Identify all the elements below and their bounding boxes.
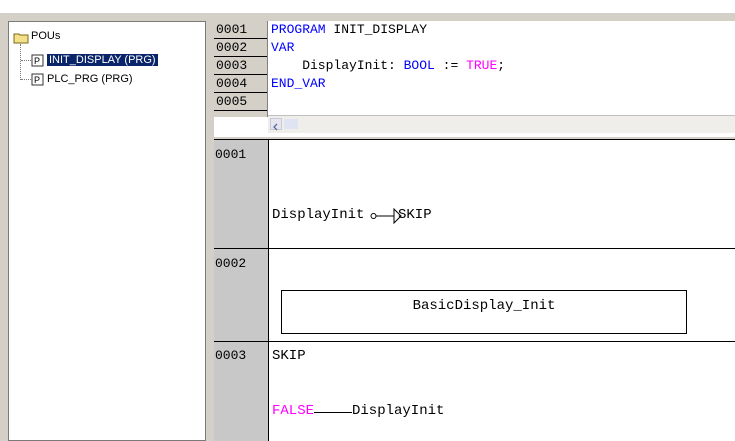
scroll-left-button[interactable] [270, 118, 282, 131]
line-number: 0001 [216, 22, 248, 37]
line-separator [214, 110, 267, 111]
tree-root-label[interactable]: POUs [31, 30, 60, 42]
network-label: SKIP [272, 348, 306, 364]
assignment-line [314, 412, 352, 413]
line-separator [214, 92, 267, 93]
pou-tree-pane[interactable]: POUs P INIT_DISPLAY (PRG) P PLC_PRG (PRG… [8, 21, 206, 441]
network-number: 0003 [215, 348, 247, 363]
jump-target[interactable]: SKIP [398, 207, 432, 223]
line-number: 0004 [216, 76, 248, 91]
keyword-token: END_VAR [271, 76, 326, 91]
function-block[interactable]: BasicDisplay_Init [281, 290, 687, 334]
literal-token: TRUE [466, 58, 498, 73]
code-token: := [434, 58, 467, 73]
line-number: 0003 [216, 58, 248, 73]
scroll-thumb[interactable] [284, 119, 298, 129]
tree-connector [21, 79, 31, 80]
keyword-token: VAR [271, 40, 295, 55]
tree-connector [21, 60, 31, 61]
line-separator [214, 74, 267, 75]
line-number: 0005 [216, 94, 248, 109]
code-line[interactable]: PROGRAM INIT_DISPLAY [271, 22, 427, 38]
svg-text:P: P [34, 75, 40, 85]
line-number: 0002 [216, 40, 248, 55]
contact-label[interactable]: DisplayInit [272, 207, 364, 223]
top-strip [0, 0, 735, 13]
network-number: 0001 [215, 147, 247, 162]
network-separator [214, 341, 735, 342]
network-separator [214, 139, 735, 140]
assignment-target[interactable]: DisplayInit [352, 403, 444, 419]
ladder-editor[interactable]: 0001 DisplayInit SKIP 0002 BasicDisplay_… [214, 139, 735, 441]
code-token: DisplayInit: [271, 58, 404, 73]
network-number: 0002 [215, 256, 247, 271]
folder-icon [13, 31, 29, 49]
line-separator [214, 38, 267, 39]
pou-program-icon: P [31, 73, 44, 91]
code-line[interactable]: VAR [271, 40, 294, 56]
tree-connector [20, 44, 21, 80]
code-line[interactable]: DisplayInit: BOOL := TRUE; [271, 58, 505, 74]
constant-value[interactable]: FALSE [272, 403, 314, 419]
horizontal-scrollbar[interactable] [268, 115, 735, 133]
tree-item-plc-prg[interactable]: PLC_PRG (PRG) [47, 73, 133, 85]
network-separator [214, 248, 735, 249]
code-line[interactable]: END_VAR [271, 76, 326, 92]
line-separator [214, 56, 267, 57]
pou-program-icon: P [31, 54, 44, 72]
keyword-token: BOOL [403, 58, 435, 73]
code-token: INIT_DISPLAY [333, 22, 428, 37]
code-token: ; [497, 58, 506, 73]
svg-text:P: P [34, 56, 40, 66]
keyword-token: PROGRAM [271, 22, 334, 37]
function-block-name: BasicDisplay_Init [412, 298, 556, 314]
tree-item-init-display[interactable]: INIT_DISPLAY (PRG) [47, 54, 158, 66]
